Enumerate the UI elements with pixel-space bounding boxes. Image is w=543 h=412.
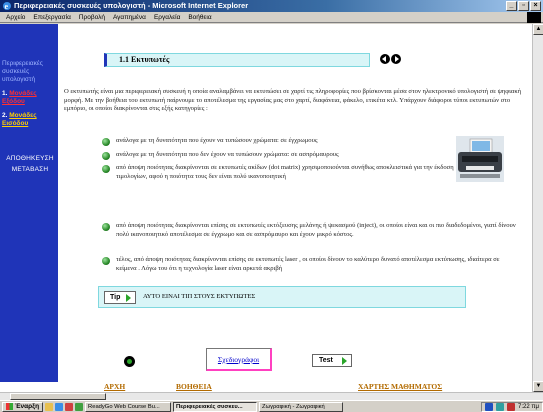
- bullet-text: από άποψη ποιότητας διακρίνονται επίσης …: [116, 222, 516, 238]
- menu-file[interactable]: Αρχείο: [6, 14, 25, 21]
- sidebar-title: Περιφερειακές συσκευές υπολογιστή: [2, 60, 43, 83]
- left-sidebar: Περιφερειακές συσκευές υπολογιστή 1. Μον…: [0, 24, 58, 392]
- sidebar-item-output[interactable]: 1. Μονάδες Εξόδου: [2, 90, 57, 106]
- green-bullet-icon: [102, 223, 110, 231]
- glossary-link-box[interactable]: Σχεδιογράφοι: [206, 348, 272, 371]
- windows-logo-icon: [6, 403, 13, 410]
- horizontal-scrollbar[interactable]: [0, 392, 543, 400]
- antivirus-icon[interactable]: [507, 402, 516, 411]
- course-map-link[interactable]: ΧΑΡΤΗΣ ΜΑΘΗΜΑΤΟΣ: [358, 382, 442, 391]
- scroll-down-arrow-icon[interactable]: ▼: [533, 381, 543, 392]
- windows-throbber-icon: [527, 12, 541, 23]
- close-button[interactable]: ×: [530, 1, 541, 11]
- top-nav-arrows: [380, 54, 401, 64]
- intro-paragraph: Ο εκτυπωτής είναι μια περιφερειακή συσκε…: [64, 88, 522, 112]
- list-item: από άποψη ποιότητας διακρίνονται επίσης …: [102, 222, 520, 239]
- printer-image: [456, 136, 504, 182]
- outlook-icon[interactable]: [75, 402, 84, 411]
- list-item: ανάλογα με τη δυνατότητα που δεν έχουν ν…: [102, 151, 486, 160]
- start-label: Έναρξη: [15, 402, 40, 410]
- previous-page-arrow-icon[interactable]: [380, 54, 390, 64]
- bottom-navigation: ΑΡΧΗ ΒΟΗΘΕΙΑ ΧΑΡΤΗΣ ΜΑΘΗΜΑΤΟΣ: [0, 382, 532, 392]
- sidebar-item-number: 1.: [2, 90, 8, 97]
- green-bullet-icon: [102, 152, 110, 160]
- green-bullet-icon: [102, 138, 110, 146]
- desktop-icon[interactable]: [45, 402, 54, 411]
- green-bullet-icon: [102, 257, 110, 265]
- menu-edit[interactable]: Επεξεργασία: [33, 14, 70, 21]
- sidebar-item-number: 2.: [2, 112, 8, 119]
- play-arrow-icon: [342, 357, 347, 365]
- home-link[interactable]: ΑΡΧΗ: [104, 382, 125, 391]
- horizontal-scroll-thumb[interactable]: [10, 393, 106, 400]
- menu-favorites[interactable]: Αγαπημένα: [113, 14, 146, 21]
- language-icon[interactable]: [485, 402, 494, 411]
- vertical-scrollbar[interactable]: ▲ ▼: [532, 24, 543, 392]
- goto-button[interactable]: ΜΕΤΑΒΑΣΗ: [4, 165, 56, 175]
- bullet-text: από άποψη ποιότητας διακρίνονται σε εκτυ…: [116, 164, 454, 180]
- clock: 7:22 πμ: [518, 403, 539, 410]
- glossary-link[interactable]: Σχεδιογράφοι: [218, 355, 259, 364]
- main-content: 1.1 Εκτυπωτές Ο εκτυπωτής είναι μια περι…: [58, 24, 532, 392]
- bullet-text: ανάλογα με τη δυνατότητα που δεν έχουν ν…: [116, 151, 339, 158]
- bullet-text: τέλος, από άποψη ποιότητας διακρίνονται …: [116, 256, 500, 272]
- green-bullet-icon: [102, 165, 110, 173]
- internet-explorer-icon: e: [3, 2, 11, 11]
- bullet-text: ανάλογα με τη δυνατότητα που έχουν να τυ…: [116, 137, 318, 144]
- browser-viewport: Περιφερειακές συσκευές υπολογιστή 1. Μον…: [0, 24, 532, 392]
- svg-text:e: e: [5, 2, 9, 11]
- menu-tools[interactable]: Εργαλεία: [154, 14, 180, 21]
- list-item: τέλος, από άποψη ποιότητας διακρίνονται …: [102, 256, 520, 273]
- test-button[interactable]: Test: [312, 354, 352, 367]
- windows-taskbar: Έναρξη ReadyGo Web Course Bu... Περιφερε…: [0, 400, 543, 412]
- tip-text: ΑΥΤΟ ΕΙΝΑΙ ΤΙΠ ΣΤΟΥΣ ΕΚΤΥΠΩΤΕΣ: [143, 293, 256, 300]
- minimize-button[interactable]: _: [506, 1, 517, 11]
- media-icon[interactable]: [65, 402, 74, 411]
- maximize-button[interactable]: ▫: [518, 1, 529, 11]
- section-title: 1.1 Εκτυπωτές: [119, 55, 170, 64]
- system-tray: 7:22 πμ: [481, 401, 543, 412]
- menu-help[interactable]: Βοήθεια: [188, 14, 211, 21]
- task-paint[interactable]: Ζωγραφική - Ζωγραφική: [259, 401, 344, 412]
- scroll-up-arrow-icon[interactable]: ▲: [533, 24, 543, 35]
- list-item: από άποψη ποιότητας διακρίνονται σε εκτυ…: [102, 164, 486, 181]
- list-item: ανάλογα με τη δυνατότητα που έχουν να τυ…: [102, 137, 486, 146]
- sidebar-item-label[interactable]: Μονάδες Εξόδου: [2, 90, 37, 105]
- tip-button-label: Tip: [110, 294, 121, 301]
- task-peripherals[interactable]: Περιφερειακές συσκευ...: [173, 401, 258, 412]
- test-button-label: Test: [319, 357, 333, 364]
- internet-explorer-icon[interactable]: [55, 402, 64, 411]
- play-arrow-icon: [126, 294, 131, 302]
- audio-play-button-icon[interactable]: [124, 356, 135, 367]
- sidebar-item-input[interactable]: 2. Μονάδες Εισόδου: [2, 112, 57, 128]
- task-readygo[interactable]: ReadyGo Web Course Bu...: [85, 401, 172, 412]
- sidebar-item-label[interactable]: Μονάδες Εισόδου: [2, 112, 37, 127]
- tip-button[interactable]: Tip: [104, 291, 136, 304]
- section-header: 1.1 Εκτυπωτές: [104, 53, 370, 67]
- save-button[interactable]: ΑΠΟΘΗΚΕΥΣΗ: [4, 154, 56, 164]
- help-link[interactable]: ΒΟΗΘΕΙΑ: [176, 382, 212, 391]
- network-icon[interactable]: [496, 402, 505, 411]
- next-page-arrow-icon[interactable]: [391, 54, 401, 64]
- menu-view[interactable]: Προβολή: [79, 14, 105, 21]
- menu-bar: Αρχείο Επεξεργασία Προβολή Αγαπημένα Εργ…: [0, 12, 543, 23]
- tip-box: Tip ΑΥΤΟ ΕΙΝΑΙ ΤΙΠ ΣΤΟΥΣ ΕΚΤΥΠΩΤΕΣ: [98, 286, 466, 308]
- window-title-bar[interactable]: e Περιφερειακές συσκευές υπολογιστή - Mi…: [0, 0, 543, 12]
- start-button[interactable]: Έναρξη: [2, 401, 44, 412]
- window-title: Περιφερειακές συσκευές υπολογιστή - Micr…: [14, 1, 249, 10]
